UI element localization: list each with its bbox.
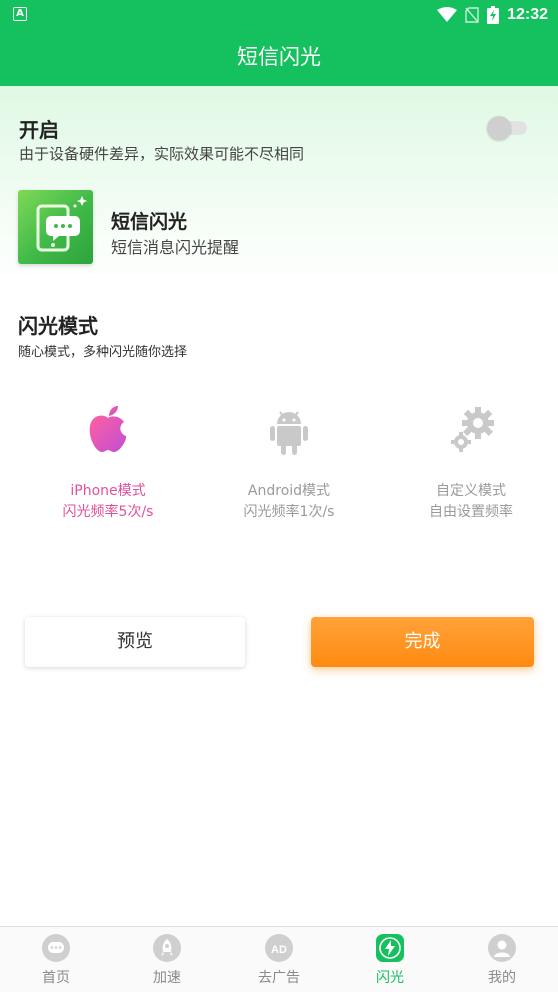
nav-label: 我的 bbox=[488, 970, 516, 986]
mode-option-desc: 闪光频率1次/s bbox=[243, 504, 335, 520]
svg-text:AD: AD bbox=[271, 944, 287, 956]
status-bar: A 12:32 bbox=[0, 0, 558, 29]
person-icon bbox=[488, 934, 516, 962]
android-icon bbox=[259, 400, 319, 460]
mode-option-name: 自定义模式 bbox=[436, 483, 506, 499]
feature-subtitle: 短信消息闪光提醒 bbox=[111, 238, 240, 257]
nav-item-home[interactable]: 首页 bbox=[0, 927, 112, 992]
no-sim-icon bbox=[465, 7, 479, 23]
enable-title: 开启 bbox=[19, 118, 59, 142]
enable-toggle[interactable] bbox=[487, 116, 527, 140]
mode-option-custom[interactable]: 自定义模式 自由设置频率 bbox=[381, 400, 558, 521]
mode-option-desc: 闪光频率5次/s bbox=[62, 504, 154, 520]
nav-item-flash[interactable]: 闪光 bbox=[334, 927, 446, 992]
gears-icon bbox=[441, 400, 501, 460]
apple-icon bbox=[78, 400, 138, 460]
app-bar: 短信闪光 bbox=[0, 29, 558, 86]
nav-label: 首页 bbox=[42, 970, 70, 986]
nav-label: 加速 bbox=[153, 970, 181, 986]
ad-icon: AD bbox=[265, 934, 293, 962]
notification-a-icon: A bbox=[13, 7, 27, 21]
chat-icon bbox=[42, 934, 70, 962]
nav-label: 闪光 bbox=[376, 970, 404, 986]
nav-label: 去广告 bbox=[258, 970, 300, 986]
bottom-nav: 首页 加速 AD 去广告 闪光 我的 bbox=[0, 926, 558, 992]
status-time: 12:32 bbox=[507, 6, 548, 23]
toggle-thumb bbox=[487, 116, 511, 140]
nav-item-mine[interactable]: 我的 bbox=[446, 927, 558, 992]
wifi-icon bbox=[437, 7, 458, 22]
nav-item-speedup[interactable]: 加速 bbox=[111, 927, 223, 992]
sms-phone-icon bbox=[18, 190, 93, 264]
mode-option-iphone[interactable]: iPhone模式 闪光频率5次/s bbox=[18, 400, 198, 521]
nav-item-remove-ads[interactable]: AD 去广告 bbox=[223, 927, 335, 992]
mode-section-subtitle: 随心模式，多种闪光随你选择 bbox=[18, 345, 188, 360]
preview-button[interactable]: 预览 bbox=[25, 617, 245, 667]
bolt-icon bbox=[376, 934, 404, 962]
mode-option-android[interactable]: Android模式 闪光频率1次/s bbox=[199, 400, 379, 521]
battery-charging-icon bbox=[487, 6, 500, 24]
mode-section-title: 闪光模式 bbox=[18, 314, 98, 338]
enable-subtitle: 由于设备硬件差异，实际效果可能不尽相同 bbox=[19, 145, 305, 163]
page-title: 短信闪光 bbox=[237, 45, 321, 69]
done-button[interactable]: 完成 bbox=[311, 617, 534, 667]
rocket-icon bbox=[153, 934, 181, 962]
mode-option-name: iPhone模式 bbox=[70, 483, 146, 499]
mode-option-desc: 自由设置频率 bbox=[429, 504, 513, 520]
feature-title: 短信闪光 bbox=[111, 211, 188, 233]
mode-option-name: Android模式 bbox=[247, 483, 331, 499]
